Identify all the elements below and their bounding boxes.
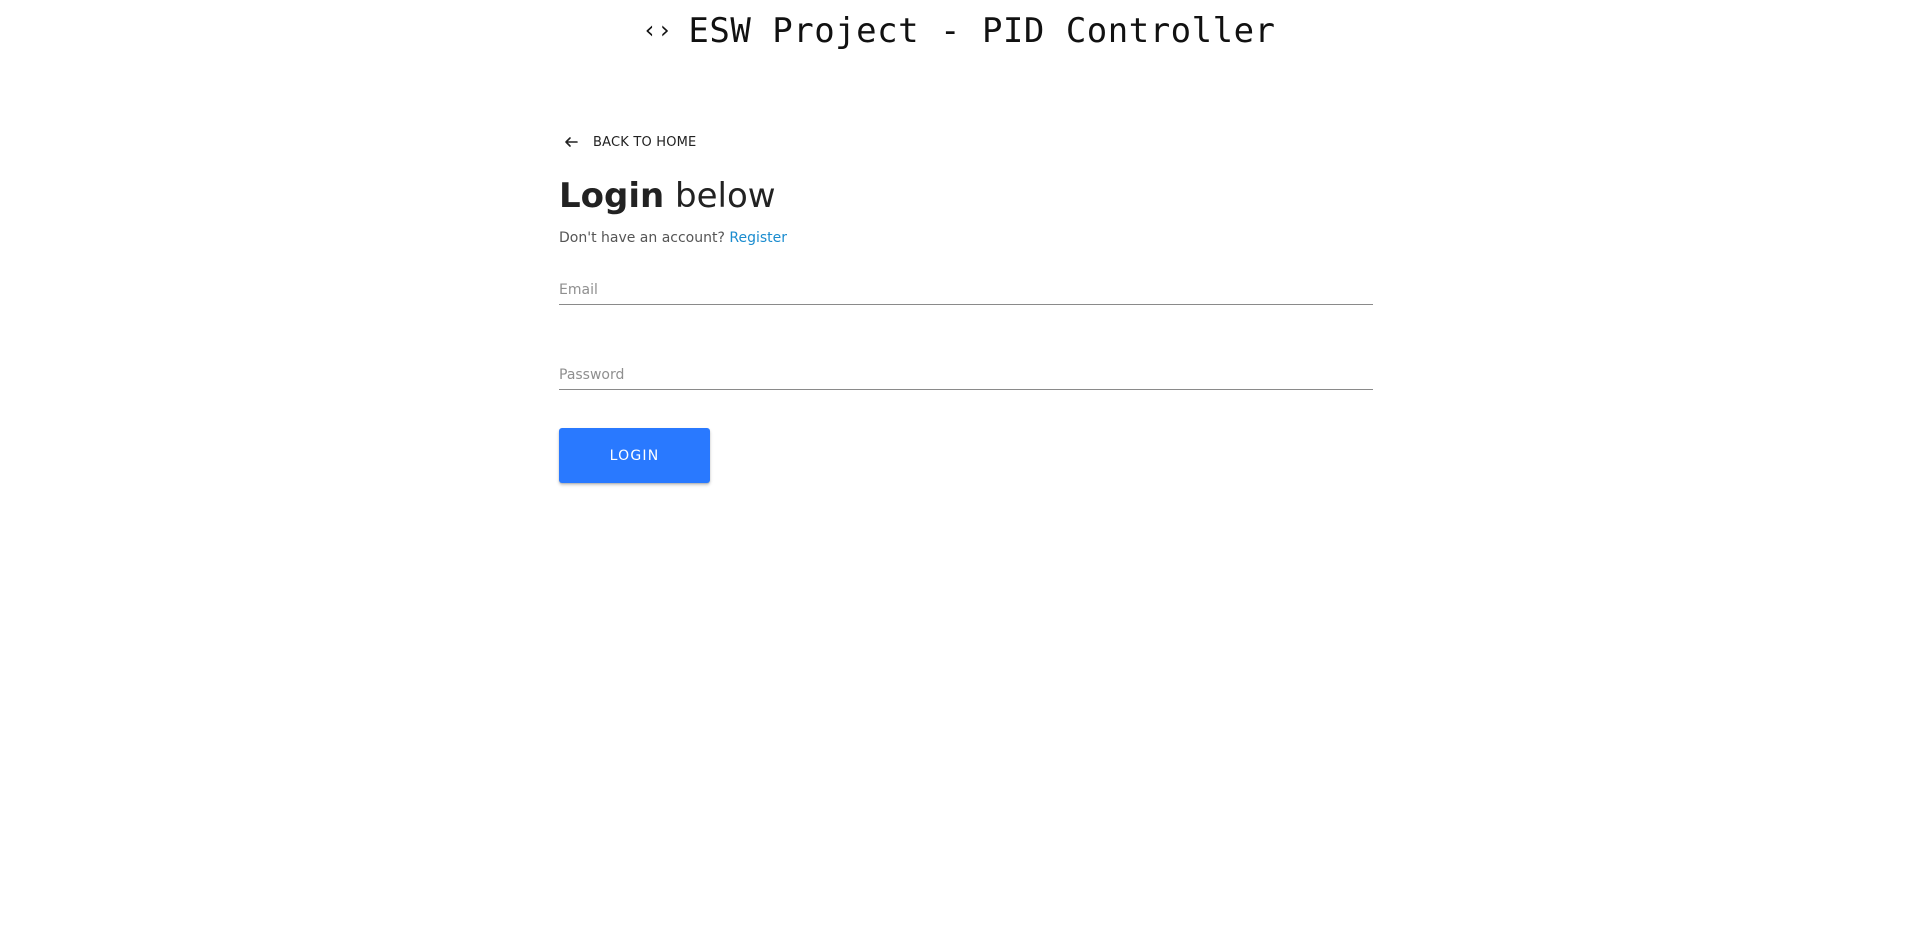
arrow-left-icon <box>559 130 583 154</box>
login-container: BACK TO HOME Login below Don't have an a… <box>559 126 1373 483</box>
code-icon: ‹› <box>642 16 673 44</box>
email-field <box>559 268 1373 308</box>
app-header: ‹› ESW Project - PID Controller <box>0 0 1918 62</box>
register-link[interactable]: Register <box>729 230 787 246</box>
app-title: ‹› ESW Project - PID Controller <box>642 11 1275 51</box>
login-button[interactable]: LOGIN <box>559 428 710 483</box>
register-prompt: Don't have an account? Register <box>559 230 1373 246</box>
page-title: Login below <box>559 170 1373 222</box>
page-title-bold: Login <box>559 176 665 216</box>
back-to-home-link[interactable]: BACK TO HOME <box>555 126 702 158</box>
page-title-rest: below <box>664 176 776 216</box>
back-to-home-label: BACK TO HOME <box>593 134 697 150</box>
password-field <box>559 353 1373 393</box>
password-input[interactable] <box>559 353 1373 393</box>
email-input[interactable] <box>559 268 1373 308</box>
register-prompt-text: Don't have an account? <box>559 230 725 246</box>
app-title-text: ESW Project - PID Controller <box>688 11 1276 51</box>
